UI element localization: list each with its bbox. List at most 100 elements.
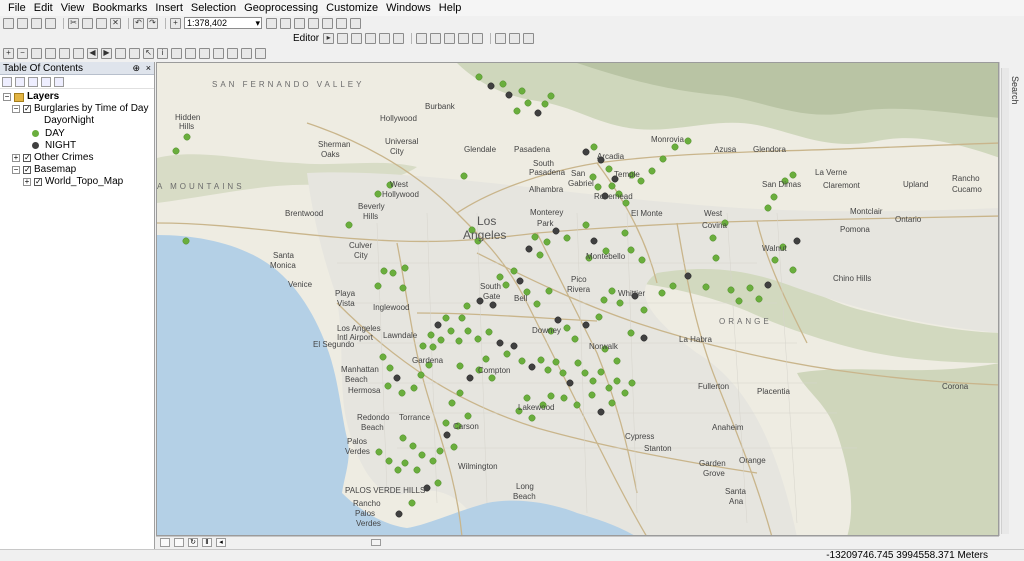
- day-burglary-point[interactable]: [605, 384, 613, 392]
- day-burglary-point[interactable]: [518, 87, 526, 95]
- day-burglary-point[interactable]: [503, 350, 511, 358]
- night-burglary-point[interactable]: [516, 277, 524, 285]
- day-burglary-point[interactable]: [375, 448, 383, 456]
- day-burglary-point[interactable]: [621, 229, 629, 237]
- map-scale-combo[interactable]: 1:378,402: [184, 17, 262, 29]
- day-burglary-point[interactable]: [621, 389, 629, 397]
- day-burglary-point[interactable]: [594, 183, 602, 191]
- search-tab[interactable]: Search: [1010, 76, 1020, 105]
- day-burglary-point[interactable]: [386, 364, 394, 372]
- day-burglary-point[interactable]: [590, 143, 598, 151]
- day-burglary-point[interactable]: [771, 256, 779, 264]
- new-document-icon[interactable]: [3, 17, 14, 29]
- fixed-zoom-out-icon[interactable]: [73, 47, 84, 59]
- day-burglary-point[interactable]: [627, 329, 635, 337]
- delete-icon[interactable]: ✕: [110, 17, 121, 29]
- day-burglary-point[interactable]: [563, 234, 571, 242]
- day-burglary-point[interactable]: [455, 337, 463, 345]
- day-burglary-point[interactable]: [379, 353, 387, 361]
- day-burglary-point[interactable]: [437, 336, 445, 344]
- straight-segment-icon[interactable]: [351, 32, 363, 44]
- refresh-icon[interactable]: ↻: [188, 538, 198, 547]
- day-burglary-point[interactable]: [463, 302, 471, 310]
- menu-bookmarks[interactable]: Bookmarks: [88, 0, 151, 16]
- day-burglary-point[interactable]: [573, 401, 581, 409]
- night-burglary-point[interactable]: [566, 379, 574, 387]
- day-burglary-point[interactable]: [456, 362, 464, 370]
- create-features-icon[interactable]: [523, 32, 535, 44]
- day-burglary-point[interactable]: [442, 314, 450, 322]
- day-burglary-point[interactable]: [544, 366, 552, 374]
- day-burglary-point[interactable]: [464, 412, 472, 420]
- model-builder-icon[interactable]: [350, 17, 361, 29]
- day-burglary-point[interactable]: [385, 457, 393, 465]
- expand-icon[interactable]: +: [12, 154, 20, 163]
- day-burglary-point[interactable]: [533, 300, 541, 308]
- find-route-icon[interactable]: [185, 47, 196, 59]
- map-horizontal-scrollbar[interactable]: ↻ Ⅱ ◂: [156, 536, 999, 548]
- layer-other-crimes[interactable]: + ✓ Other Crimes: [0, 152, 154, 164]
- day-burglary-point[interactable]: [398, 389, 406, 397]
- trace-icon[interactable]: [379, 32, 391, 44]
- day-burglary-point[interactable]: [513, 107, 521, 115]
- menu-selection[interactable]: Selection: [187, 0, 240, 16]
- collapse-icon[interactable]: −: [3, 93, 11, 102]
- day-burglary-point[interactable]: [427, 331, 435, 339]
- collapse-icon[interactable]: −: [12, 166, 20, 175]
- day-burglary-point[interactable]: [419, 342, 427, 350]
- night-burglary-point[interactable]: [525, 245, 533, 253]
- day-burglary-point[interactable]: [574, 359, 582, 367]
- select-elements-arrow-icon[interactable]: ↖: [143, 47, 154, 59]
- night-burglary-point[interactable]: [534, 109, 542, 117]
- day-burglary-point[interactable]: [547, 392, 555, 400]
- identify-icon[interactable]: i: [157, 47, 168, 59]
- menu-file[interactable]: File: [4, 0, 30, 16]
- night-burglary-point[interactable]: [510, 342, 518, 350]
- paste-icon[interactable]: [96, 17, 107, 29]
- point-icon[interactable]: [393, 32, 405, 44]
- day-burglary-point[interactable]: [429, 457, 437, 465]
- day-burglary-point[interactable]: [389, 269, 397, 277]
- day-burglary-point[interactable]: [640, 306, 648, 314]
- night-burglary-point[interactable]: [597, 408, 605, 416]
- edit-vertices-icon[interactable]: [416, 32, 428, 44]
- time-slider-icon[interactable]: [241, 47, 252, 59]
- night-burglary-point[interactable]: [528, 363, 536, 371]
- day-burglary-point[interactable]: [789, 266, 797, 274]
- day-burglary-point[interactable]: [410, 384, 418, 392]
- day-burglary-point[interactable]: [712, 254, 720, 262]
- search-side-panel[interactable]: Search: [999, 62, 1024, 536]
- day-burglary-point[interactable]: [458, 314, 466, 322]
- day-burglary-point[interactable]: [429, 343, 437, 351]
- layer-basemap[interactable]: − ✓ Basemap: [0, 164, 154, 176]
- day-burglary-point[interactable]: [442, 419, 450, 427]
- attributes-icon[interactable]: [495, 32, 507, 44]
- scroll-left-icon[interactable]: ◂: [216, 538, 226, 547]
- copy-icon[interactable]: [82, 17, 93, 29]
- night-burglary-point[interactable]: [582, 321, 590, 329]
- editor-toolbar-icon[interactable]: [266, 17, 277, 29]
- day-burglary-point[interactable]: [669, 282, 677, 290]
- day-burglary-point[interactable]: [608, 399, 616, 407]
- day-burglary-point[interactable]: [499, 80, 507, 88]
- day-burglary-point[interactable]: [613, 377, 621, 385]
- list-by-selection-icon[interactable]: [41, 76, 51, 87]
- layer-world-topo-map[interactable]: + ✓ World_Topo_Map: [0, 176, 154, 188]
- sketch-properties-icon[interactable]: [509, 32, 521, 44]
- day-burglary-point[interactable]: [448, 399, 456, 407]
- day-burglary-point[interactable]: [502, 281, 510, 289]
- symbol-day[interactable]: DAY: [0, 128, 154, 140]
- list-by-visibility-icon[interactable]: [28, 76, 38, 87]
- day-burglary-point[interactable]: [345, 221, 353, 229]
- night-burglary-point[interactable]: [684, 272, 692, 280]
- day-burglary-point[interactable]: [571, 335, 579, 343]
- python-window-icon[interactable]: [336, 17, 347, 29]
- day-burglary-point[interactable]: [182, 237, 190, 245]
- endpoint-arc-icon[interactable]: [365, 32, 377, 44]
- zoom-in-icon[interactable]: +: [3, 47, 14, 59]
- day-burglary-point[interactable]: [409, 442, 417, 450]
- day-burglary-point[interactable]: [536, 251, 544, 259]
- day-burglary-point[interactable]: [464, 327, 472, 335]
- day-burglary-point[interactable]: [595, 313, 603, 321]
- day-burglary-point[interactable]: [537, 356, 545, 364]
